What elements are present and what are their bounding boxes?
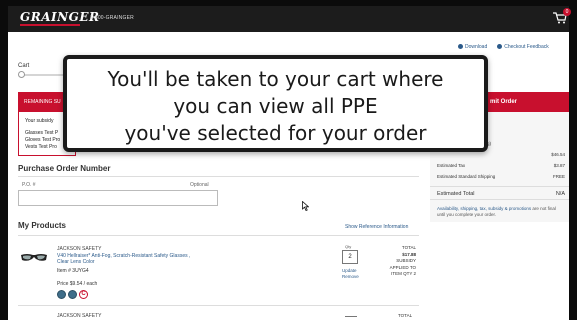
show-reference-link[interactable]: Show Reference Information	[345, 224, 408, 230]
caption-line: you can view all PPE	[173, 94, 378, 118]
summary-note: Availability, shipping, tax, subsidy & p…	[430, 200, 569, 224]
site-header: GRAINGER 1-800-GRAINGER 0	[8, 6, 571, 32]
grainger-logo[interactable]: GRAINGER	[20, 10, 99, 24]
summary-note-link[interactable]: Availability, shipping, tax, subsidy & p…	[437, 206, 531, 211]
shipping-label: Estimated Standard Shipping	[437, 174, 496, 179]
top-links: Download Checkout Feedback	[458, 44, 549, 50]
megaphone-icon	[497, 44, 503, 50]
cart-count-badge: 0	[563, 8, 571, 16]
feedback-label: Checkout Feedback	[504, 44, 549, 50]
download-label: Download	[465, 44, 488, 50]
product-name-link[interactable]: V40 Hellraiser* Anti-Fog, Scratch-Resist…	[57, 253, 197, 265]
frame-right	[569, 0, 577, 320]
caption-line: you've selected for your order	[124, 121, 427, 145]
download-link[interactable]: Download	[458, 44, 487, 50]
divider	[18, 176, 419, 177]
total-label: TOTAL	[398, 313, 413, 318]
product-brand: JACKSON SAFETY	[57, 246, 102, 252]
total-value: N/A	[555, 191, 565, 197]
product-item-number: Item # 3UYG4	[57, 268, 89, 274]
total-label: Estimated Total	[437, 191, 475, 197]
qty-label: Qty	[345, 244, 352, 249]
phone-number: 1-800-GRAINGER	[90, 15, 134, 21]
summary-total-row: Estimated Total N/A	[430, 186, 569, 200]
applied-qty: ITEM QTY 2	[391, 271, 416, 276]
certified-badge-icon: C	[79, 290, 88, 299]
frame-left	[0, 0, 8, 320]
product-total: TOTAL $17.88 SUBSIDY APPLIED TO ITEM QTY…	[378, 245, 416, 278]
product-badges: C	[57, 290, 88, 299]
summary-row: Estimated Standard Shipping FREE	[430, 171, 569, 182]
po-number-input[interactable]	[18, 190, 218, 206]
progress-dot	[18, 71, 25, 78]
shipping-value: FREE	[552, 174, 565, 179]
caption-line: You'll be taken to your cart where	[107, 67, 444, 91]
qty-input[interactable]: 2	[342, 250, 358, 264]
product-price: Price $9.54 / each	[57, 281, 98, 287]
product-brand: JACKSON SAFETY	[57, 313, 102, 319]
divider	[18, 305, 419, 306]
ppe-badge-icon	[57, 290, 66, 299]
subtotal-value: $46.54	[551, 152, 565, 157]
remove-link[interactable]: Remove	[342, 274, 359, 280]
tax-value: $3.87	[553, 163, 565, 168]
update-remove-links: Update Remove	[342, 268, 359, 280]
qty-box-partial	[345, 316, 357, 320]
safety-glasses-image	[21, 254, 47, 261]
progress-step-cart: Cart	[18, 63, 30, 69]
tax-label: Estimated Tax	[437, 163, 466, 168]
po-optional-label: Optional	[190, 182, 209, 188]
tutorial-caption-overlay: You'll be taken to your cart where you c…	[63, 55, 488, 152]
divider	[18, 235, 419, 236]
po-title: Purchase Order Number	[18, 164, 111, 173]
mouse-cursor-icon	[302, 201, 309, 211]
po-label: P.O. #	[22, 182, 36, 188]
summary-row: Estimated Tax $3.87	[430, 160, 569, 171]
ppe-badge-icon	[68, 290, 77, 299]
feedback-link[interactable]: Checkout Feedback	[497, 44, 549, 50]
logo-underline	[20, 24, 80, 26]
download-icon	[458, 44, 463, 50]
my-products-title: My Products	[18, 221, 67, 230]
